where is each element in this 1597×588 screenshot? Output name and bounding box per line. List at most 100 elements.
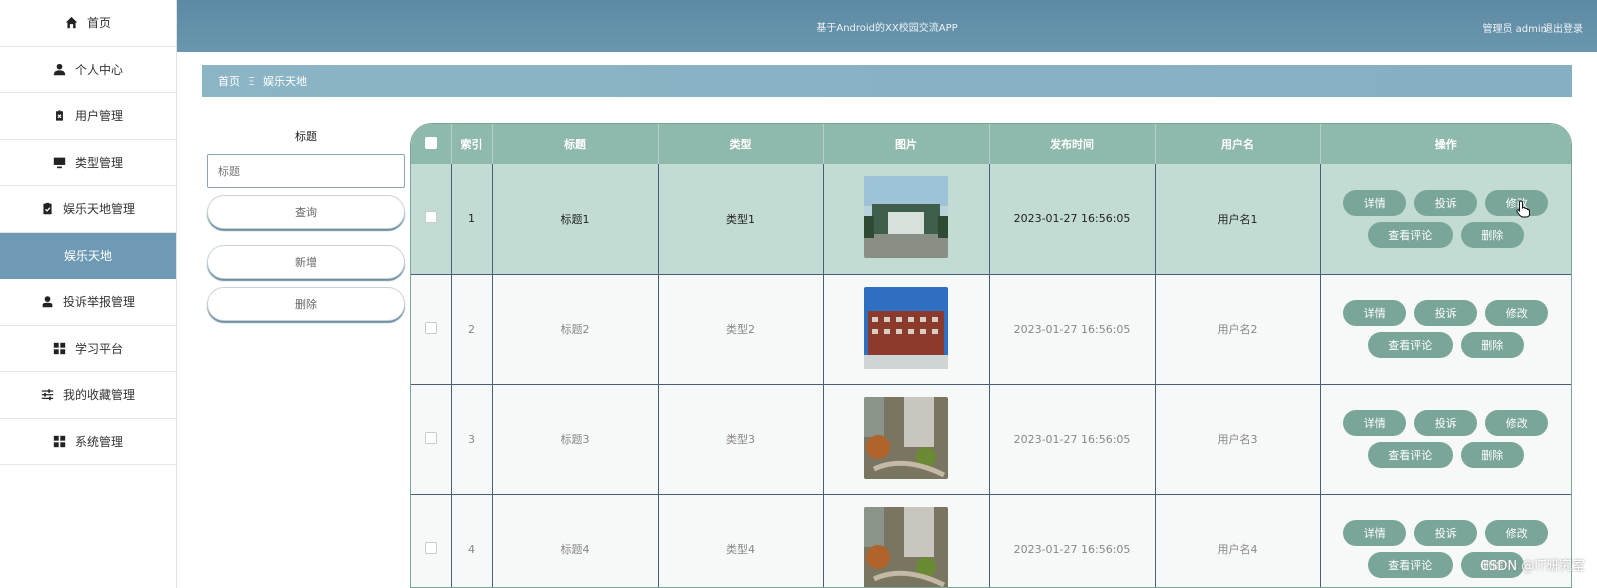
user-icon bbox=[53, 62, 67, 76]
view-comments-button[interactable]: 查看评论 bbox=[1367, 332, 1453, 358]
row-checkbox[interactable] bbox=[424, 321, 437, 334]
sidebar-item-complaint-management[interactable]: 投诉举报管理 bbox=[0, 279, 176, 326]
publish-time-cell: 2023-01-27 16:56:05 bbox=[989, 384, 1156, 495]
index-cell: 2 bbox=[451, 274, 493, 385]
title-cell: 标题4 bbox=[492, 494, 659, 587]
sliders-icon bbox=[41, 388, 55, 402]
column-header-publish-time: 发布时间 bbox=[989, 124, 1156, 164]
monitor-icon bbox=[53, 155, 67, 169]
sidebar-item-entertainment-management[interactable]: 娱乐天地管理 bbox=[0, 186, 176, 233]
sidebar-item-label: 用户管理 bbox=[74, 109, 123, 124]
search-title-label: 标题 bbox=[295, 130, 317, 143]
breadcrumb-separator: Ξ bbox=[248, 74, 255, 88]
top-header: 基于Android的XX校园交流APP 管理员 admin 退出登录 bbox=[177, 0, 1597, 52]
sidebar-item-label: 学习平台 bbox=[74, 341, 123, 356]
user-report-icon bbox=[41, 295, 55, 309]
type-cell: 类型4 bbox=[658, 494, 824, 587]
row-checkbox[interactable] bbox=[424, 211, 437, 224]
image-cell bbox=[823, 494, 990, 587]
row-delete-button[interactable]: 删除 bbox=[1460, 332, 1524, 358]
breadcrumb-current: 娱乐天地 bbox=[262, 75, 307, 88]
home-icon bbox=[65, 16, 79, 30]
username-cell: 用户名3 bbox=[1155, 384, 1321, 495]
row-select-cell bbox=[411, 164, 452, 275]
row-delete-button[interactable]: 删除 bbox=[1460, 442, 1524, 468]
title-cell: 标题3 bbox=[492, 384, 659, 495]
query-button[interactable]: 查询 bbox=[207, 195, 405, 229]
type-cell: 类型1 bbox=[658, 164, 824, 275]
publish-time-cell: 2023-01-27 16:56:05 bbox=[989, 494, 1156, 587]
view-comments-button[interactable]: 查看评论 bbox=[1367, 552, 1453, 578]
select-all-checkbox[interactable] bbox=[424, 136, 437, 149]
view-comments-button[interactable]: 查看评论 bbox=[1367, 442, 1453, 468]
select-all-header bbox=[411, 124, 452, 164]
row-delete-button[interactable]: 删除 bbox=[1460, 221, 1524, 248]
sidebar-item-label: 首页 bbox=[86, 16, 111, 31]
complain-button[interactable]: 投诉 bbox=[1414, 410, 1478, 436]
logout-link[interactable]: 退出登录 bbox=[1543, 20, 1583, 35]
row-select-cell bbox=[411, 274, 452, 385]
breadcrumb-home[interactable]: 首页 bbox=[218, 73, 240, 89]
row-checkbox[interactable] bbox=[424, 541, 437, 554]
clipboard-x-icon bbox=[53, 109, 67, 123]
view-comments-button[interactable]: 查看评论 bbox=[1367, 221, 1453, 248]
sidebar-item-label: 投诉举报管理 bbox=[62, 295, 135, 310]
sidebar-item-label: 娱乐天地管理 bbox=[62, 202, 135, 217]
column-header-title: 标题 bbox=[492, 124, 659, 164]
publish-time-cell: 2023-01-27 16:56:05 bbox=[989, 274, 1156, 385]
complain-button[interactable]: 投诉 bbox=[1414, 189, 1478, 216]
actions-cell: 详情 投诉 修改 查看评论 删除 bbox=[1320, 384, 1571, 495]
sidebar-item-personal-center[interactable]: 个人中心 bbox=[0, 47, 176, 93]
detail-button[interactable]: 详情 bbox=[1343, 189, 1407, 216]
index-cell: 1 bbox=[451, 164, 493, 275]
image-cell bbox=[823, 384, 990, 495]
sidebar-item-label: 娱乐天地 bbox=[63, 249, 112, 264]
sidebar-item-home[interactable]: 首页 bbox=[0, 0, 176, 47]
admin-user-label: 管理员 admin bbox=[1482, 24, 1547, 35]
table-row: 1 标题1 类型1 2023-01-27 16:56:05 用户名1 详情 投诉… bbox=[411, 164, 1571, 275]
sidebar-item-system-management[interactable]: 系统管理 bbox=[0, 419, 176, 465]
app-title: 基于Android的XX校园交流APP bbox=[816, 23, 958, 34]
delete-button[interactable]: 删除 bbox=[207, 287, 405, 321]
sidebar-item-label: 类型管理 bbox=[74, 155, 123, 170]
image-cell bbox=[823, 274, 990, 385]
edit-button[interactable]: 修改 bbox=[1485, 520, 1549, 546]
title-search-input[interactable] bbox=[207, 154, 405, 188]
row-select-cell bbox=[411, 494, 452, 587]
sidebar-item-user-management[interactable]: 用户管理 bbox=[0, 93, 176, 140]
grid-icon bbox=[53, 341, 67, 355]
edit-button[interactable]: 修改 bbox=[1485, 410, 1549, 436]
type-cell: 类型3 bbox=[658, 384, 824, 495]
username-cell: 用户名4 bbox=[1155, 494, 1321, 587]
detail-button[interactable]: 详情 bbox=[1343, 410, 1407, 436]
username-cell: 用户名2 bbox=[1155, 274, 1321, 385]
actions-cell: 详情 投诉 修改 查看评论 删除 bbox=[1320, 164, 1571, 275]
detail-button[interactable]: 详情 bbox=[1343, 520, 1407, 546]
complain-button[interactable]: 投诉 bbox=[1414, 520, 1478, 546]
search-panel: 标题 查询 新增 删除 bbox=[207, 128, 405, 321]
row-checkbox[interactable] bbox=[424, 431, 437, 444]
edit-button[interactable]: 修改 bbox=[1485, 300, 1549, 326]
title-cell: 标题2 bbox=[492, 274, 659, 385]
post-image bbox=[864, 286, 948, 369]
detail-button[interactable]: 详情 bbox=[1343, 300, 1407, 326]
table-row: 4 标题4 类型4 2023-01-27 16:56:05 用户名4 详情 投诉… bbox=[411, 494, 1571, 587]
column-header-index: 索引 bbox=[451, 124, 493, 164]
column-header-image: 图片 bbox=[823, 124, 990, 164]
sidebar-item-learning-platform[interactable]: 学习平台 bbox=[0, 326, 176, 372]
column-header-type: 类型 bbox=[658, 124, 824, 164]
sidebar-item-entertainment[interactable]: 娱乐天地 bbox=[0, 232, 176, 279]
column-header-actions: 操作 bbox=[1434, 138, 1457, 151]
breadcrumb: 首页 Ξ 娱乐天地 bbox=[202, 65, 1572, 97]
index-cell: 3 bbox=[451, 384, 493, 495]
complain-button[interactable]: 投诉 bbox=[1414, 300, 1478, 326]
sidebar-item-type-management[interactable]: 类型管理 bbox=[0, 140, 176, 186]
post-image bbox=[864, 176, 948, 259]
post-image bbox=[864, 506, 948, 587]
sidebar-item-favorites-management[interactable]: 我的收藏管理 bbox=[0, 372, 176, 419]
add-button[interactable]: 新增 bbox=[207, 245, 405, 279]
sidebar: 首页 个人中心 用户管理 类型管理 娱乐天地管理 娱乐天地 投诉举报管理 学习平… bbox=[0, 0, 177, 588]
row-select-cell bbox=[411, 384, 452, 495]
grid-icon bbox=[53, 434, 67, 448]
clipboard-check-icon bbox=[41, 202, 55, 216]
